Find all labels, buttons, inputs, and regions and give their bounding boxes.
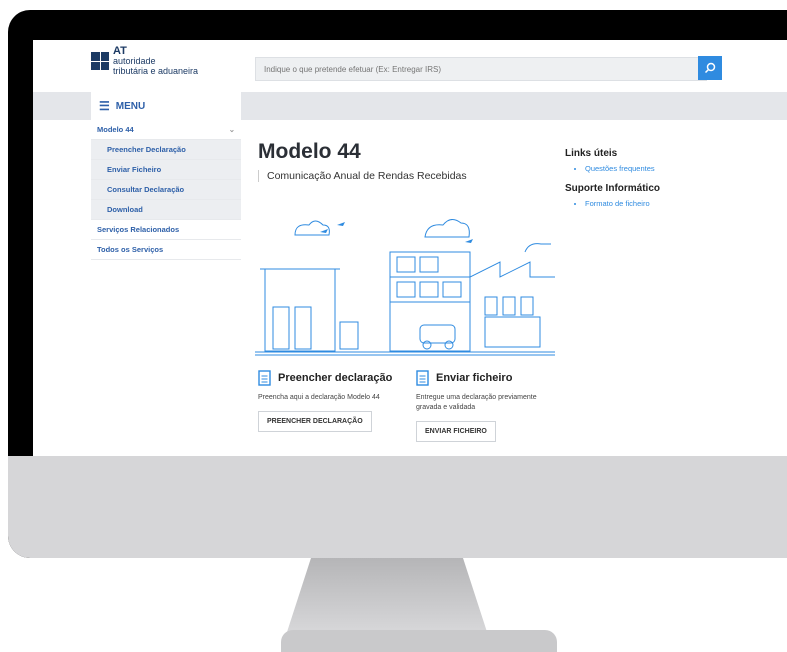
search-input[interactable] <box>256 58 706 80</box>
action-card-preencher: Preencher declaração Preencha aqui a dec… <box>258 370 408 432</box>
logo-mark-icon <box>91 52 109 70</box>
chevron-down-icon: ⌄ <box>228 125 235 134</box>
sidebar-item-enviar[interactable]: Enviar Ficheiro <box>91 160 241 180</box>
page-title: Modelo 44 <box>258 140 361 163</box>
sidebar-item-modelo-44[interactable]: Modelo 44 ⌄ <box>91 120 241 140</box>
search-box <box>255 57 707 81</box>
link-questoes-frequentes[interactable]: Questões frequentes <box>585 164 715 173</box>
sidebar-item-download[interactable]: Download <box>91 200 241 220</box>
action-desc: Preencha aqui a declaração Modelo 44 <box>258 394 380 401</box>
menu-label: MENU <box>115 100 146 112</box>
sidebar-item-preencher[interactable]: Preencher Declaração <box>91 140 241 160</box>
action-title: Enviar ficheiro <box>416 370 566 386</box>
support-heading: Suporte Informático <box>565 183 661 194</box>
logo-line1: autoridade <box>113 56 156 66</box>
sidebar-item-label: Preencher Declaração <box>107 145 186 154</box>
preencher-declaracao-button[interactable]: PREENCHER DECLARAÇÃO <box>258 411 372 432</box>
document-icon <box>258 370 271 386</box>
action-title: Preencher declaração <box>258 370 408 386</box>
sidebar-item-label: Download <box>107 205 143 214</box>
hamburger-icon: ☰ <box>99 99 110 113</box>
monitor-frame: AT autoridade tributária e aduaneira ☰ M… <box>8 10 787 558</box>
monitor-stand <box>287 558 487 632</box>
menu-toggle[interactable]: ☰ MENU <box>91 92 241 120</box>
monitor-base <box>281 630 557 652</box>
sidebar-item-label: Serviços Relacionados <box>97 225 180 234</box>
support-links-list: Formato de ficheiro <box>565 199 715 208</box>
sidebar-item-label: Enviar Ficheiro <box>107 165 162 174</box>
useful-links-panel: Links úteis Questões frequentes Suporte … <box>565 148 715 218</box>
site-header: AT autoridade tributária e aduaneira <box>33 40 787 92</box>
sidebar-item-label: Consultar Declaração <box>107 185 185 194</box>
sidebar: Modelo 44 ⌄ Preencher Declaração Enviar … <box>91 120 241 260</box>
search-icon <box>704 62 716 74</box>
document-icon <box>416 370 429 386</box>
useful-links-heading: Links úteis <box>565 148 618 159</box>
useful-links-list: Questões frequentes <box>565 164 715 173</box>
action-title-text: Preencher declaração <box>278 372 393 384</box>
page-subtitle: Comunicação Anual de Rendas Recebidas <box>258 170 467 182</box>
link-formato-ficheiro[interactable]: Formato de ficheiro <box>585 199 715 208</box>
sidebar-item-label: Todos os Serviços <box>97 245 164 254</box>
enviar-ficheiro-button[interactable]: ENVIAR FICHEIRO <box>416 421 496 442</box>
sidebar-item-servicos-relacionados[interactable]: Serviços Relacionados <box>91 220 241 240</box>
browser-screen: AT autoridade tributária e aduaneira ☰ M… <box>33 40 787 458</box>
sidebar-item-todos-servicos[interactable]: Todos os Serviços <box>91 240 241 260</box>
logo-abbr: AT <box>113 45 127 57</box>
at-logo[interactable]: AT autoridade tributária e aduaneira <box>91 46 198 76</box>
sidebar-item-consultar[interactable]: Consultar Declaração <box>91 180 241 200</box>
logo-text: AT autoridade tributária e aduaneira <box>113 45 199 77</box>
action-card-enviar: Enviar ficheiro Entregue uma declaração … <box>416 370 566 442</box>
search-button[interactable] <box>698 56 722 80</box>
sidebar-item-label: Modelo 44 <box>97 125 134 134</box>
city-illustration <box>255 219 555 356</box>
action-desc: Entregue uma declaração previamente grav… <box>416 394 537 411</box>
logo-line2: tributária e aduaneira <box>113 66 199 76</box>
monitor-chin <box>8 456 787 558</box>
action-title-text: Enviar ficheiro <box>436 372 513 384</box>
